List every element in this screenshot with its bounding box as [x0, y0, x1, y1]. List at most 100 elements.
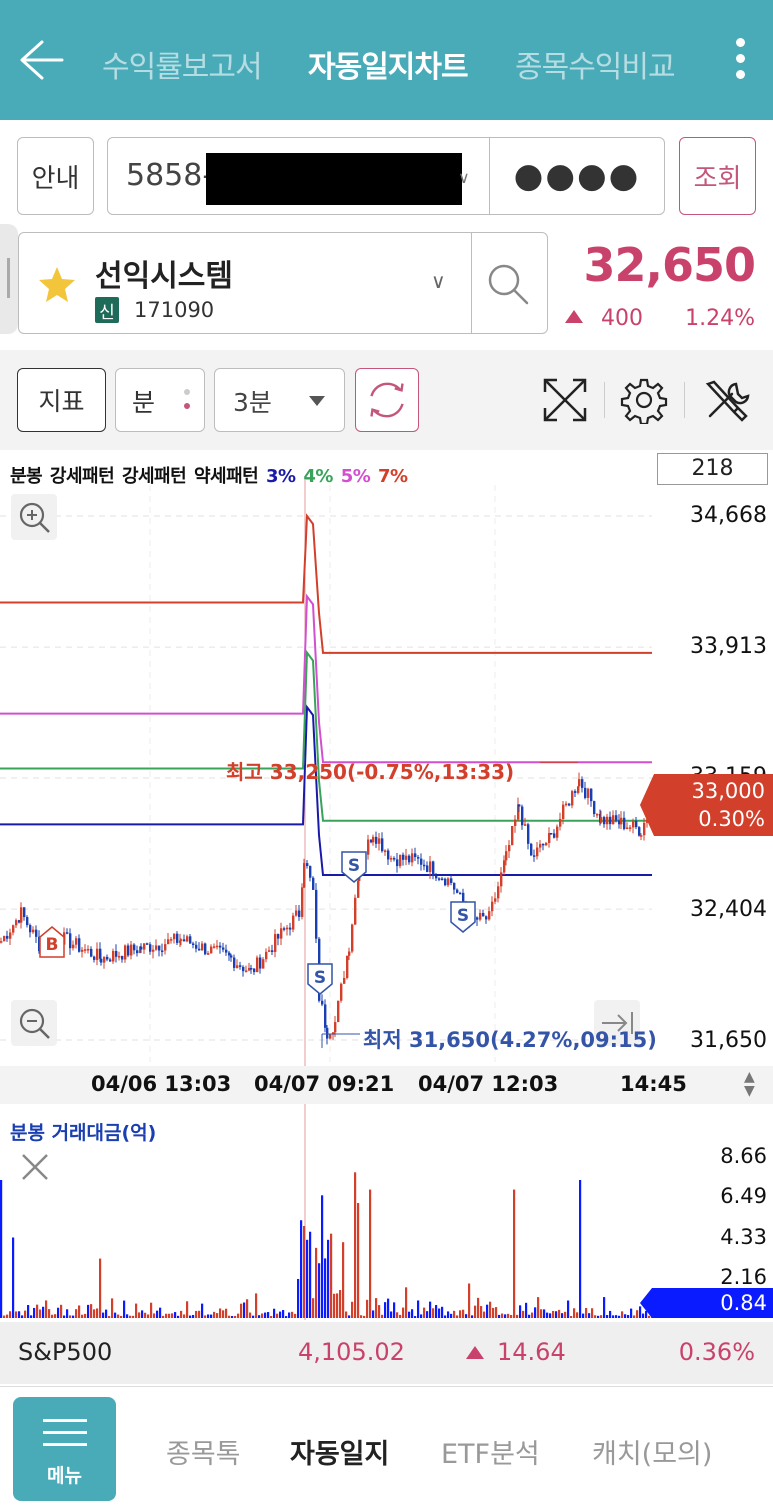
volume-bar — [447, 1311, 450, 1318]
candle-body — [124, 945, 127, 960]
candle-body — [0, 941, 3, 943]
volume-bar — [531, 1312, 534, 1318]
nav-catch-mock[interactable]: 캐치(모의) — [592, 1432, 712, 1471]
chevron-down-icon[interactable]: ∨ — [458, 168, 470, 187]
x-tick-label: 14:45 — [620, 1072, 687, 1096]
legend-item: 7% — [378, 466, 408, 487]
candle-body — [262, 959, 265, 969]
stock-selector[interactable]: 선익시스템 신 171090 ∨ — [18, 232, 548, 334]
candle-body — [384, 850, 387, 853]
volume-bar — [165, 1313, 168, 1318]
volume-bar — [201, 1303, 204, 1318]
nav-auto-journal[interactable]: 자동일지 — [290, 1432, 389, 1471]
app-header: 수익률보고서 자동일지차트 종목수익비교 — [0, 0, 773, 120]
tab-stock-return-compare[interactable]: 종목수익비교 — [515, 42, 676, 86]
candle-body — [488, 911, 491, 920]
x-tick-label: 04/07 09:21 — [254, 1072, 395, 1096]
candle-count-box[interactable]: 218 — [657, 453, 768, 485]
volume-bar — [171, 1313, 174, 1318]
y-tick-label: 34,668 — [690, 503, 767, 528]
time-unit-selector[interactable]: 분 — [115, 368, 205, 432]
tools-icon[interactable] — [702, 376, 750, 424]
tab-return-report[interactable]: 수익률보고서 — [102, 42, 263, 86]
volume-bar — [558, 1309, 561, 1318]
search-icon[interactable] — [485, 261, 531, 307]
volume-bar — [180, 1310, 183, 1318]
query-button[interactable]: 조회 — [679, 137, 756, 215]
volume-bar — [360, 1315, 363, 1318]
zoom-out-icon[interactable] — [11, 1000, 57, 1046]
candle-body — [568, 803, 571, 806]
expand-icon[interactable] — [541, 376, 589, 424]
volume-bar — [228, 1315, 231, 1318]
account-selector[interactable]: 5858- ∨ ●●●● — [107, 137, 665, 215]
candle-body — [286, 927, 289, 930]
volume-y-tick: 2.16 — [720, 1265, 767, 1289]
back-arrow-icon[interactable] — [18, 38, 66, 82]
candle-body — [259, 957, 262, 969]
candle-body — [213, 946, 216, 948]
candle-body — [183, 939, 186, 942]
stock-code: 171090 — [134, 298, 215, 322]
volume-bar — [408, 1311, 411, 1318]
candle-body — [164, 944, 167, 951]
volume-bar — [150, 1302, 153, 1318]
candle-body — [542, 843, 545, 846]
menu-button[interactable]: 메뉴 — [13, 1397, 116, 1501]
candle-body — [334, 1022, 337, 1033]
candle-body — [615, 815, 618, 821]
candle-body — [530, 843, 533, 856]
refresh-button[interactable] — [355, 368, 419, 432]
side-drawer-handle[interactable] — [0, 224, 18, 334]
candle-body — [219, 945, 222, 948]
volume-bar — [270, 1315, 273, 1318]
candle-body — [453, 882, 456, 890]
nav-etf-analysis[interactable]: ETF분석 — [441, 1432, 540, 1471]
close-icon[interactable] — [20, 1152, 50, 1182]
favorite-star-icon[interactable] — [37, 265, 77, 305]
indicator-button[interactable]: 지표 — [17, 368, 106, 432]
volume-bar — [216, 1313, 219, 1318]
candle-body — [192, 943, 195, 946]
volume-bar — [600, 1315, 603, 1318]
volume-bar — [429, 1301, 432, 1318]
guide-button[interactable]: 안내 — [17, 137, 94, 215]
volume-title: 분봉 거래대금(억) — [10, 1122, 157, 1144]
candle-body — [127, 945, 130, 956]
resize-arrows-icon[interactable]: ▲ ▼ — [744, 1070, 755, 1098]
candle-body — [245, 970, 248, 972]
volume-bar — [411, 1309, 414, 1318]
price-chart[interactable]: B S S S — [0, 450, 773, 1320]
nav-stock-talk[interactable]: 종목톡 — [166, 1432, 241, 1471]
volume-bar — [498, 1314, 501, 1318]
interval-dropdown[interactable]: 3분 — [214, 368, 345, 432]
volume-bar — [120, 1315, 123, 1318]
volume-bar — [66, 1309, 69, 1318]
candle-body — [497, 886, 500, 899]
volume-bar — [303, 1225, 306, 1318]
volume-bar — [432, 1308, 435, 1318]
y-tick-label: 33,913 — [690, 634, 767, 659]
candle-body — [346, 955, 349, 978]
tab-auto-journal-chart[interactable]: 자동일지차트 — [308, 42, 469, 86]
candle-body — [140, 946, 143, 950]
candle-body — [189, 936, 192, 944]
candle-body — [337, 1000, 340, 1023]
more-menu-icon[interactable] — [732, 38, 748, 84]
candle-body — [321, 1000, 324, 1005]
zoom-in-icon[interactable] — [11, 494, 57, 540]
password-field[interactable]: ●●●● — [490, 156, 664, 196]
volume-bar — [381, 1314, 384, 1318]
settings-gear-icon[interactable] — [620, 376, 668, 424]
volume-bar — [540, 1309, 543, 1318]
candle-body — [518, 804, 521, 807]
current-price-percent: 0.30% — [698, 807, 765, 831]
current-price-marker: 33,000 0.30% — [640, 774, 773, 836]
volume-bar — [117, 1314, 120, 1318]
volume-bar — [57, 1307, 60, 1318]
volume-bar — [438, 1308, 441, 1318]
candle-body — [225, 949, 228, 953]
volume-bar — [450, 1313, 453, 1318]
chevron-down-icon[interactable]: ∨ — [431, 269, 446, 293]
volume-bar — [297, 1278, 300, 1318]
